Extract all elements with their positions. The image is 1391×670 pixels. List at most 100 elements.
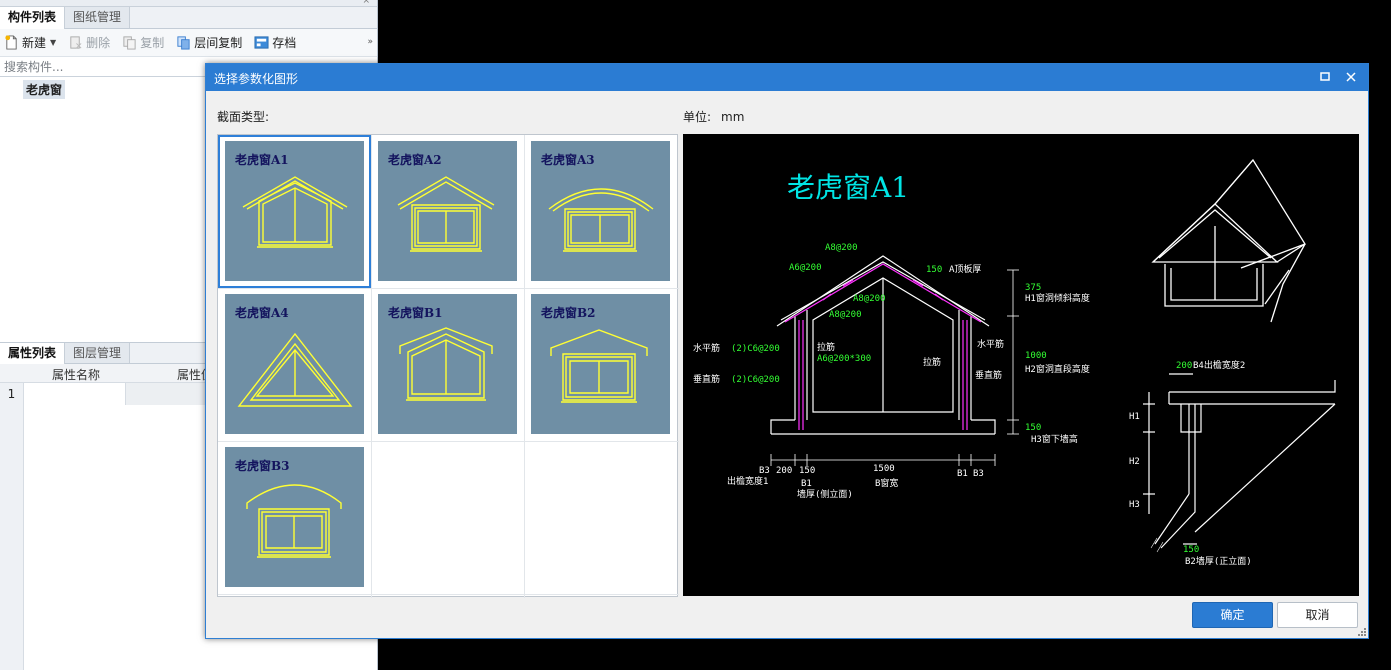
- shape-thumb-a1[interactable]: 老虎窗A1: [218, 135, 371, 288]
- tab-layer-manage[interactable]: 图层管理: [65, 343, 131, 363]
- label-b2-val: 150: [1183, 545, 1199, 555]
- top-tab-strip: 构件列表 图纸管理: [0, 7, 377, 29]
- copy-icon: [123, 36, 136, 50]
- shape-thumb-b2[interactable]: 老虎窗B2: [524, 288, 677, 441]
- copy-button[interactable]: 复制: [122, 34, 164, 51]
- new-file-icon: [5, 35, 17, 50]
- label-h2-val: 1000: [1025, 351, 1047, 361]
- tab-drawing-manage[interactable]: 图纸管理: [65, 7, 131, 28]
- label-a8-top: A8@200: [825, 243, 858, 253]
- thumb-canvas: 老虎窗A3: [531, 141, 670, 281]
- tab-property-list[interactable]: 属性列表: [0, 343, 66, 365]
- label-b1: B1: [801, 479, 812, 489]
- thumb-canvas: 老虎窗A4: [225, 294, 364, 434]
- chevron-down-icon[interactable]: ▼: [50, 38, 56, 47]
- label-200: 200: [776, 466, 792, 476]
- shape-thumb-a3[interactable]: 老虎窗A3: [524, 135, 677, 288]
- grid-divider: [218, 594, 679, 595]
- label-wall-side: 墙厚(侧立面): [797, 488, 853, 500]
- label-horiz-spec: (2)C6@200: [731, 344, 780, 354]
- label-b3-right: B3: [973, 469, 984, 479]
- archive-button[interactable]: 存档: [254, 34, 296, 51]
- cancel-button[interactable]: 取消: [1277, 602, 1358, 628]
- label-vert-left: 垂直筋: [693, 373, 720, 385]
- label-b1-right: B1: [957, 469, 968, 479]
- label-h1-val: 375: [1025, 283, 1041, 293]
- label-h3-val: 150: [1025, 423, 1041, 433]
- tree-item-dormer[interactable]: 老虎窗: [23, 80, 66, 99]
- label-150: 150: [799, 466, 815, 476]
- row-gutter: [0, 405, 24, 670]
- thumb-canvas: 老虎窗A2: [378, 141, 517, 281]
- close-icon[interactable]: ×: [362, 0, 370, 6]
- dormer-a1-icon: [242, 176, 348, 248]
- label-b4-name: B4出檐宽度2: [1193, 359, 1245, 371]
- dormer-b2-icon: [550, 329, 648, 403]
- property-name-cell[interactable]: [24, 383, 126, 405]
- component-toolbar: 新建 ▼ 删除 复制 层间复制 存档 »: [0, 29, 377, 57]
- label-top-thk-val: 150: [926, 265, 942, 275]
- dormer-a4-icon: [237, 332, 353, 407]
- label-tie-right: 拉筋: [923, 356, 941, 368]
- thumb-canvas: 老虎窗B3: [225, 447, 364, 587]
- archive-icon: [254, 36, 269, 49]
- label-horiz-left: 水平筋: [693, 342, 720, 354]
- tab-component-list[interactable]: 构件列表: [0, 7, 66, 29]
- label-a8-lower: A8@200: [829, 310, 862, 320]
- label-vert-right: 垂直筋: [975, 369, 1002, 381]
- label-vert-spec: (2)C6@200: [731, 375, 780, 385]
- label-a8-mid: A8@200: [853, 294, 886, 304]
- label-top-thk-name: A顶板厚: [949, 263, 981, 275]
- dormer-a3-icon: [548, 188, 654, 252]
- label-b2-name: B2墙厚(正立面): [1185, 555, 1252, 567]
- new-button[interactable]: 新建 ▼: [4, 34, 56, 51]
- label-eave1: 出檐宽度1: [727, 475, 768, 487]
- label-h1-name: H1窗洞倾斜高度: [1025, 292, 1090, 304]
- dialog-titlebar[interactable]: 选择参数化图形: [206, 64, 1368, 91]
- shape-grid: 老虎窗A1 老虎窗A2 老虎窗A3 老虎窗A4 老虎窗B1 老虎窗B2 老虎窗B…: [217, 134, 679, 598]
- maximize-icon[interactable]: [1316, 68, 1334, 86]
- label-tie-left: 拉筋: [817, 341, 835, 353]
- label-h2-name: H2窗洞直段高度: [1025, 363, 1090, 375]
- unit-value: mm: [721, 110, 745, 124]
- panel-close-bar: ×: [0, 0, 377, 7]
- close-icon[interactable]: [1342, 68, 1360, 86]
- floor-copy-button[interactable]: 层间复制: [176, 34, 242, 51]
- thumb-canvas: 老虎窗B2: [531, 294, 670, 434]
- label-b3: B3: [759, 466, 770, 476]
- toolbar-overflow-icon[interactable]: »: [367, 37, 373, 47]
- label-b4-val: 200: [1176, 361, 1192, 371]
- shape-thumb-a4[interactable]: 老虎窗A4: [218, 288, 371, 441]
- label-b-window: B窗宽: [875, 477, 898, 489]
- select-shape-dialog: 选择参数化图形 截面类型: 单位: mm 老虎窗A1 老虎窗A2 老虎窗A3 老…: [205, 63, 1369, 639]
- floor-copy-icon: [177, 36, 190, 50]
- label-h3-name: H3窗下墙高: [1031, 433, 1078, 445]
- ok-button[interactable]: 确定: [1192, 602, 1273, 628]
- label-h1: H1: [1129, 412, 1140, 422]
- resize-grip-icon[interactable]: [1358, 628, 1366, 636]
- search-input[interactable]: [4, 57, 184, 76]
- thumb-canvas: 老虎窗B1: [378, 294, 517, 434]
- delete-icon: [70, 36, 82, 49]
- dormer-b3-icon: [246, 484, 342, 558]
- label-tie-spec: A6@200*300: [817, 354, 871, 364]
- preview-drawing: 老虎窗A1 A8@200 A6@200 150 A8@200 A8@200 37…: [693, 158, 1336, 567]
- label-h2: H2: [1129, 457, 1140, 467]
- dormer-b1-icon: [399, 327, 493, 401]
- row-number: 1: [0, 383, 24, 405]
- label-horiz-right: 水平筋: [977, 338, 1004, 350]
- col-header-name: 属性名称: [52, 368, 101, 382]
- preview-title: 老虎窗A1: [787, 171, 909, 204]
- label-h3: H3: [1129, 500, 1140, 510]
- label-a6-left: A6@200: [789, 263, 822, 273]
- delete-button[interactable]: 删除: [68, 34, 110, 51]
- dormer-a2-icon: [397, 176, 495, 252]
- unit-label: 单位: mm: [683, 110, 745, 124]
- thumb-canvas: 老虎窗A1: [225, 141, 364, 281]
- label-1500: 1500: [873, 464, 895, 474]
- shape-thumb-b3[interactable]: 老虎窗B3: [218, 441, 371, 594]
- shape-thumb-a2[interactable]: 老虎窗A2: [371, 135, 524, 288]
- shape-preview: 老虎窗A1 A8@200 A6@200 150 A8@200 A8@200 37…: [683, 134, 1359, 596]
- shape-thumb-b1[interactable]: 老虎窗B1: [371, 288, 524, 441]
- section-type-label: 截面类型:: [217, 110, 270, 124]
